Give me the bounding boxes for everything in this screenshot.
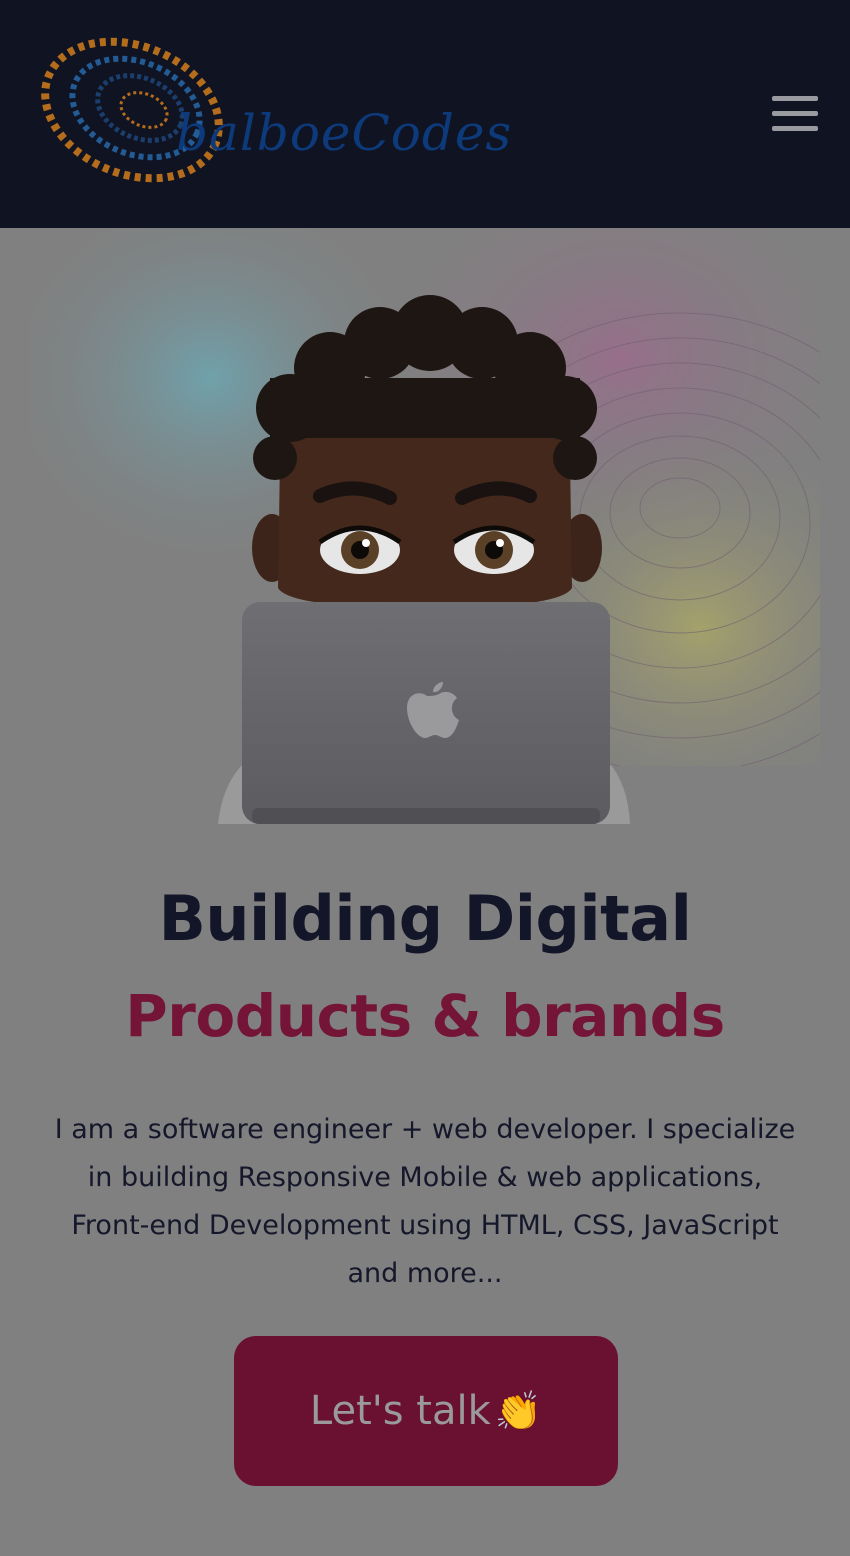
laptop [242, 602, 610, 824]
hero-subheadline: Products & brands [125, 982, 725, 1050]
site-logo[interactable]: balboeCodes [36, 34, 511, 194]
lets-talk-button[interactable]: Let's talk 👏 [234, 1336, 618, 1486]
hamburger-menu-icon [772, 126, 818, 131]
cta-label: Let's talk [309, 1388, 491, 1434]
site-header: balboeCodes [0, 0, 850, 228]
hero-description: I am a software engineer + web developer… [54, 1114, 796, 1289]
hero-headline: Building Digital [158, 882, 692, 955]
logo-text: balboeCodes [176, 104, 513, 162]
menu-button[interactable] [766, 92, 824, 136]
hero-illustration [0, 228, 850, 838]
hamburger-menu-icon [772, 96, 818, 101]
clapping-hands-icon: 👏 [494, 1388, 543, 1433]
hamburger-menu-icon [772, 111, 818, 116]
